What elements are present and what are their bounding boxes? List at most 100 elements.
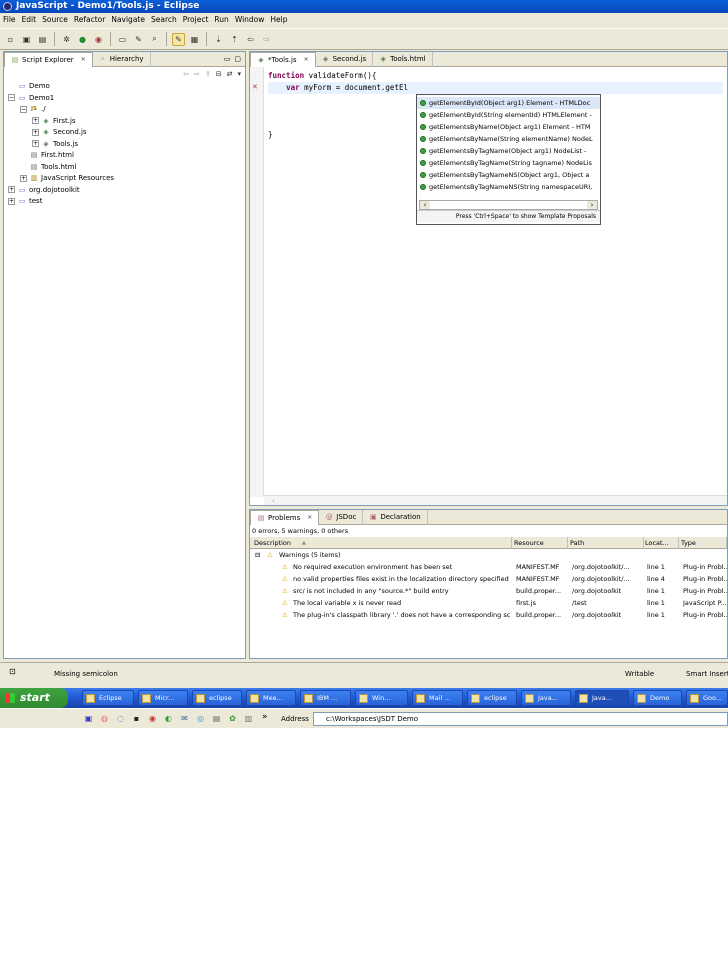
browser-icon[interactable]: ◐ xyxy=(162,712,175,725)
external-tools-icon[interactable]: ◉ xyxy=(92,33,105,46)
fast-view-icon[interactable]: ⊡ xyxy=(9,667,16,676)
tree-item[interactable]: + ▭ org.dojotoolkit xyxy=(8,185,245,197)
proposal-hscrollbar[interactable]: ‹ › xyxy=(419,200,598,210)
next-annotation-icon[interactable]: ⇣ xyxy=(212,33,225,46)
taskbar-button[interactable]: Java... xyxy=(521,690,571,706)
tree-item[interactable]: ▭ Demo xyxy=(8,81,245,93)
column-header[interactable]: Resource xyxy=(514,537,568,549)
proposal-item[interactable]: getElementsByTagName(String tagname) Nod… xyxy=(417,157,600,169)
tab-declaration[interactable]: ▣ Declaration xyxy=(363,509,428,525)
address-input[interactable]: c:\Workspaces\JSDT Demo xyxy=(313,712,728,726)
column-header[interactable]: Description xyxy=(254,537,512,549)
close-icon[interactable]: ✕ xyxy=(304,53,309,67)
editor-tab-secondjs[interactable]: ◈ Second.js xyxy=(316,51,374,67)
show-whitespace-icon[interactable]: ▦ xyxy=(188,33,201,46)
menu-run[interactable]: Run xyxy=(211,13,231,27)
problem-row[interactable]: ⚠ The plug-in's classpath library '.' doe… xyxy=(250,609,728,621)
trash-icon[interactable]: ▥ xyxy=(242,712,255,725)
column-header[interactable]: Type xyxy=(681,537,727,549)
expand-icon[interactable]: + xyxy=(20,174,27,182)
notes-icon[interactable]: ▤ xyxy=(210,712,223,725)
link-editor-icon[interactable]: ⇄ xyxy=(227,70,233,78)
close-icon[interactable]: ✕ xyxy=(307,511,312,525)
problem-row[interactable]: ⚠ The local variable x is never read first… xyxy=(250,597,727,609)
quicklaunch-chevron[interactable]: » xyxy=(262,712,268,722)
taskbar-button[interactable]: Java... xyxy=(575,690,629,706)
menu-navigate[interactable]: Navigate xyxy=(108,13,148,27)
taskbar-button[interactable]: Goo... xyxy=(686,690,728,706)
taskbar-button[interactable]: eclipse xyxy=(192,690,242,706)
tab-problems[interactable]: ▤ Problems ✕ xyxy=(250,509,320,525)
expand-icon[interactable]: + xyxy=(32,140,39,147)
menu-help[interactable]: Help xyxy=(267,13,290,27)
column-header[interactable]: Path xyxy=(570,537,644,549)
taskbar-button[interactable]: Mee... xyxy=(246,690,296,706)
warnings-group-row[interactable]: ⊟ ⚠ Warnings (5 items) xyxy=(250,549,727,561)
toggle-mark-icon[interactable]: ✎ xyxy=(172,32,185,46)
tree-item[interactable]: + ◈ Tools.js xyxy=(8,139,245,151)
up-icon[interactable]: ⇧ xyxy=(205,70,211,78)
start-button[interactable]: start xyxy=(0,688,68,708)
proposal-item[interactable]: getElementsByName(Object arg1) Element -… xyxy=(417,121,600,133)
new-icon[interactable]: ▫ xyxy=(4,33,17,46)
debug-icon[interactable]: ✲ xyxy=(60,33,73,46)
proposal-item[interactable]: getElementById(String elementId) HTMLEle… xyxy=(417,109,600,121)
collapse-all-icon[interactable]: ⊟ xyxy=(216,70,222,78)
proposal-item[interactable]: getElementById(Object arg1) Element - HT… xyxy=(417,97,600,109)
tree-item[interactable]: − ▭ Demo1 xyxy=(8,93,245,105)
expand-icon[interactable]: + xyxy=(32,128,39,136)
taskbar-button[interactable]: Micr... xyxy=(138,690,188,706)
console-icon[interactable]: ▪ xyxy=(130,712,143,725)
scroll-left-button[interactable]: ‹ xyxy=(420,201,430,209)
expand-icon[interactable]: + xyxy=(8,197,15,205)
menu-window[interactable]: Window xyxy=(232,13,268,27)
open-folder-icon[interactable]: ▭ xyxy=(116,33,129,46)
save-icon[interactable]: ▣ xyxy=(20,33,33,46)
proposal-item[interactable]: getElementsByTagNameNS(String namespaceU… xyxy=(417,181,600,193)
proposal-item[interactable]: getElementsByTagName(Object arg1) NodeLi… xyxy=(417,145,600,157)
tree-item[interactable]: + ▭ test xyxy=(8,196,245,208)
wand-icon[interactable]: ✎ xyxy=(132,33,145,46)
menu-search[interactable]: Search xyxy=(148,13,180,27)
expand-icon[interactable]: + xyxy=(32,117,39,124)
tree-item[interactable]: + ▥ JavaScript Resources xyxy=(8,173,245,185)
search-icon[interactable]: ⌕ xyxy=(148,33,161,46)
menu-refactor[interactable]: Refactor xyxy=(71,13,108,27)
tools-icon[interactable]: ✿ xyxy=(226,712,239,725)
taskbar-button[interactable]: Mail ... xyxy=(412,690,463,706)
scroll-right-button[interactable]: › xyxy=(587,201,597,209)
forward-icon[interactable]: ⇨ xyxy=(194,70,200,78)
title-bar[interactable]: JavaScript - Demo1/Tools.js - Eclipse xyxy=(0,0,728,13)
menu-edit[interactable]: Edit xyxy=(19,13,40,27)
firefox-icon[interactable]: ◍ xyxy=(98,712,111,725)
taskbar-button[interactable]: IBM ... xyxy=(300,690,351,706)
taskbar-button[interactable]: Eclipse xyxy=(82,690,134,706)
maximize-icon[interactable]: ▢ xyxy=(234,55,241,63)
close-icon[interactable]: ✕ xyxy=(81,53,86,67)
problem-row[interactable]: ⚠ No required execution environment has b… xyxy=(250,561,728,573)
problem-row[interactable]: ⚠ src/ is not included in any "source.*" … xyxy=(250,585,728,597)
collapse-icon[interactable]: − xyxy=(20,105,27,113)
mail-icon[interactable]: ✉ xyxy=(178,712,191,725)
minimize-icon[interactable]: ▭ xyxy=(224,55,231,63)
editor-tab-toolshtml[interactable]: ◈ Tools.html xyxy=(373,51,433,67)
previous-annotation-icon[interactable]: ⇡ xyxy=(228,33,241,46)
expand-icon[interactable]: + xyxy=(8,186,15,193)
tab-jsdoc[interactable]: @ JSDoc xyxy=(319,509,364,525)
taskbar-button[interactable]: Win... xyxy=(355,690,408,706)
run-icon[interactable]: ● xyxy=(76,33,89,46)
error-marker-icon[interactable]: ✕ xyxy=(252,83,261,92)
print-icon[interactable]: ▤ xyxy=(36,33,49,46)
desktop-icon[interactable]: ▣ xyxy=(82,712,95,725)
tree-item[interactable]: − JS ./ xyxy=(8,104,245,116)
proposal-item[interactable]: getElementsByTagNameNS(Object arg1, Obje… xyxy=(417,169,600,181)
tree-item[interactable]: ▤ First.html xyxy=(8,150,245,162)
scroll-left-icon[interactable]: ‹ xyxy=(264,497,275,505)
media-icon[interactable]: ◉ xyxy=(146,712,159,725)
forward-icon[interactable]: ⇨ xyxy=(260,33,273,46)
back-icon[interactable]: ⇦ xyxy=(183,70,189,78)
tab-hierarchy[interactable]: ⑃ Hierarchy xyxy=(93,51,151,67)
menu-project[interactable]: Project xyxy=(180,13,212,27)
taskbar-button[interactable]: eclipse xyxy=(467,690,517,706)
tree-item[interactable]: + ◈ Second.js xyxy=(8,127,245,139)
